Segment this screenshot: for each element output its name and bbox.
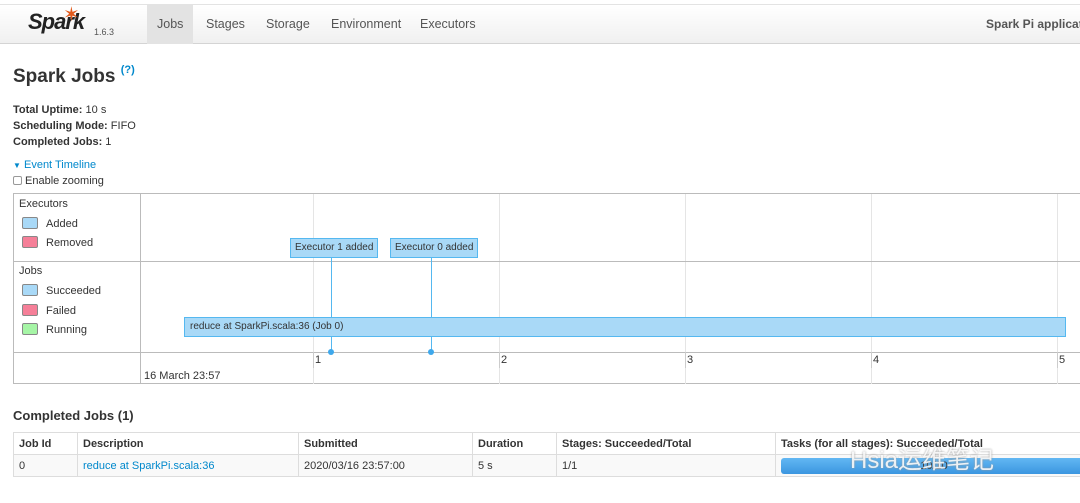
completed-jobs-title: Completed Jobs (1) xyxy=(13,408,134,423)
axis-tick: 3 xyxy=(687,354,694,366)
tab-jobs[interactable]: Jobs xyxy=(147,5,194,44)
col-submitted[interactable]: Submitted xyxy=(298,432,473,455)
legend-added: Added xyxy=(22,217,78,230)
completed-jobs-link[interactable]: Completed Jobs: xyxy=(13,136,102,148)
tab-environment[interactable]: Environment xyxy=(321,5,411,44)
completed-jobs: Completed Jobs: 1 xyxy=(13,136,112,148)
axis-tick: 1 xyxy=(315,354,322,366)
legend-removed: Removed xyxy=(22,236,93,249)
legend-succeeded: Succeeded xyxy=(22,284,101,297)
jobs-group xyxy=(14,262,1080,353)
event-timeline[interactable]: Executors Added Removed Jobs Succeeded F… xyxy=(13,193,1080,384)
page-title: Spark Jobs (?) xyxy=(13,64,135,87)
event-marker[interactable] xyxy=(328,349,334,355)
enable-zooming[interactable]: Enable zooming xyxy=(13,175,104,187)
event-timeline-toggle[interactable]: ▼ Event Timeline xyxy=(13,159,96,171)
axis-tick: 4 xyxy=(873,354,880,366)
axis-tick: 5 xyxy=(1059,354,1066,366)
version: 1.6.3 xyxy=(94,27,115,37)
axis-tick: 2 xyxy=(501,354,508,366)
scheduling-mode: Scheduling Mode: FIFO xyxy=(13,120,136,132)
app-title: Spark Pi application UI xyxy=(986,17,1080,31)
axis-date: 16 March 23:57 xyxy=(144,370,221,382)
timeline-legend: Executors Added Removed Jobs Succeeded F… xyxy=(14,194,141,384)
executors-group xyxy=(14,194,1080,262)
executor-0-added-event[interactable]: Executor 0 added xyxy=(390,238,479,258)
zoom-checkbox[interactable] xyxy=(13,176,22,185)
legend-running: Running xyxy=(22,323,87,336)
legend-failed: Failed xyxy=(22,304,76,317)
col-stages[interactable]: Stages: Succeeded/Total xyxy=(556,432,776,455)
tab-stages[interactable]: Stages xyxy=(196,5,255,44)
tab-storage[interactable]: Storage xyxy=(256,5,320,44)
job-bar[interactable]: reduce at SparkPi.scala:36 (Job 0) xyxy=(184,317,1066,337)
uptime: Total Uptime: 10 s xyxy=(13,104,107,116)
col-duration[interactable]: Duration xyxy=(472,432,557,455)
job-description-link[interactable]: reduce at SparkPi.scala:36 xyxy=(83,460,214,472)
tab-executors[interactable]: Executors xyxy=(410,5,486,44)
watermark: Hsia运维笔记 xyxy=(850,447,995,474)
help-link[interactable]: (?) xyxy=(121,64,135,76)
col-job-id[interactable]: Job Id xyxy=(13,432,78,455)
event-marker[interactable] xyxy=(428,349,434,355)
col-description[interactable]: Description xyxy=(77,432,299,455)
top-nav: Spark ✶ 1.6.3 Jobs Stages Storage Environm… xyxy=(0,4,1080,44)
executor-1-added-event[interactable]: Executor 1 added xyxy=(290,238,379,258)
star-icon: ✶ xyxy=(63,4,80,26)
caret-down-icon: ▼ xyxy=(13,161,21,170)
